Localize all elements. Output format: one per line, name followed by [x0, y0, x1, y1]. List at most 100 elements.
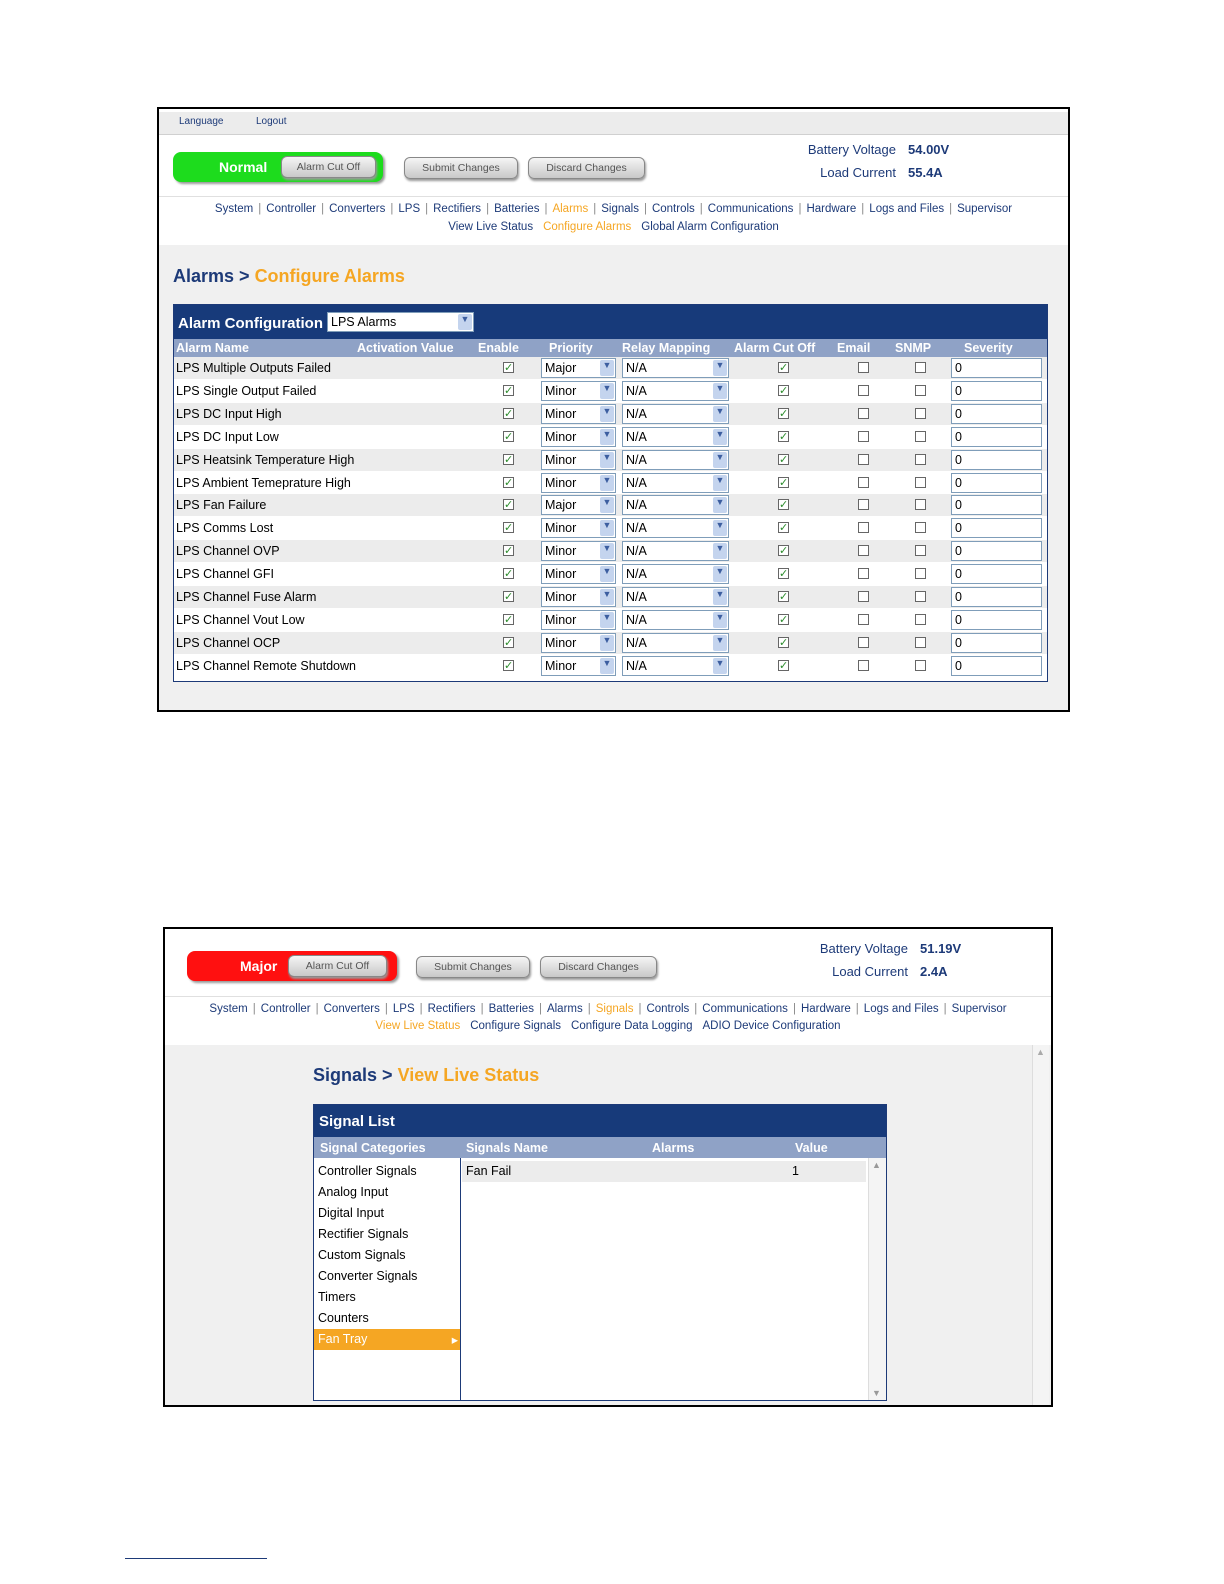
relay-mapping-select[interactable]: N/A ▼ [622, 655, 729, 676]
alarm-cut-off-checkbox[interactable]: ✓ [778, 476, 789, 488]
alarm-cut-off-checkbox[interactable]: ✓ [778, 613, 789, 625]
severity-input[interactable]: 0 [951, 449, 1042, 470]
snmp-checkbox[interactable] [915, 453, 926, 465]
enable-checkbox[interactable]: ✓ [503, 591, 514, 603]
nav-logs-and-files[interactable]: Logs and Files [864, 1003, 939, 1015]
snmp-checkbox[interactable] [915, 384, 926, 396]
severity-input[interactable]: 0 [951, 403, 1042, 424]
severity-input[interactable]: 0 [951, 518, 1042, 539]
alarm-cut-off-checkbox[interactable]: ✓ [778, 591, 789, 603]
relay-mapping-select[interactable]: N/A ▼ [622, 449, 729, 470]
email-checkbox[interactable] [858, 384, 869, 396]
enable-checkbox[interactable]: ✓ [503, 407, 514, 419]
nav-communications[interactable]: Communications [708, 203, 794, 215]
subnav-global-alarm-configuration[interactable]: Global Alarm Configuration [641, 221, 778, 233]
alarm-cut-off-button[interactable]: Alarm Cut Off [281, 156, 376, 178]
priority-select[interactable]: Minor ▼ [541, 449, 616, 470]
enable-checkbox[interactable]: ✓ [503, 568, 514, 580]
alarm-cut-off-checkbox[interactable]: ✓ [778, 362, 789, 374]
alarm-cut-off-checkbox[interactable]: ✓ [778, 407, 789, 419]
snmp-checkbox[interactable] [915, 613, 926, 625]
snmp-checkbox[interactable] [915, 362, 926, 373]
priority-select[interactable]: Minor ▼ [541, 609, 616, 630]
relay-mapping-select[interactable]: N/A ▼ [622, 518, 729, 539]
relay-mapping-select[interactable]: N/A ▼ [622, 564, 729, 585]
nav-hardware[interactable]: Hardware [806, 203, 856, 215]
nav-rectifiers[interactable]: Rectifiers [428, 1003, 476, 1015]
email-checkbox[interactable] [858, 407, 869, 419]
priority-select[interactable]: Minor ▼ [541, 655, 616, 676]
nav-system[interactable]: System [215, 203, 253, 215]
category-item[interactable]: Digital Input [314, 1203, 460, 1224]
enable-checkbox[interactable]: ✓ [503, 384, 514, 396]
snmp-checkbox[interactable] [915, 476, 926, 488]
enable-checkbox[interactable]: ✓ [503, 476, 514, 488]
category-item[interactable]: Analog Input [314, 1182, 460, 1203]
priority-select[interactable]: Minor ▼ [541, 632, 616, 653]
alarm-cut-off-checkbox[interactable]: ✓ [778, 659, 789, 671]
severity-input[interactable]: 0 [951, 587, 1042, 607]
nav-batteries[interactable]: Batteries [494, 203, 539, 215]
subnav-adio-device-configuration[interactable]: ADIO Device Configuration [703, 1020, 841, 1032]
enable-checkbox[interactable]: ✓ [503, 545, 514, 557]
snmp-checkbox[interactable] [915, 545, 926, 557]
subnav-view-live-status[interactable]: View Live Status [448, 221, 533, 233]
priority-select[interactable]: Minor ▼ [541, 403, 616, 424]
discard-changes-button[interactable]: Discard Changes [528, 157, 645, 179]
severity-input[interactable]: 0 [951, 632, 1042, 653]
nav-supervisor[interactable]: Supervisor [952, 1003, 1007, 1015]
snmp-checkbox[interactable] [915, 591, 926, 602]
priority-select[interactable]: Minor ▼ [541, 587, 616, 607]
discard-changes-button[interactable]: Discard Changes [540, 956, 657, 978]
nav-controls[interactable]: Controls [646, 1003, 689, 1015]
email-checkbox[interactable] [858, 613, 869, 625]
relay-mapping-select[interactable]: N/A ▼ [622, 380, 729, 401]
relay-mapping-select[interactable]: N/A ▼ [622, 426, 729, 447]
subnav-configure-alarms[interactable]: Configure Alarms [543, 221, 631, 233]
priority-select[interactable]: Minor ▼ [541, 541, 616, 562]
nav-controller[interactable]: Controller [261, 1003, 311, 1015]
email-checkbox[interactable] [858, 522, 869, 534]
scroll-down-icon[interactable]: ▼ [872, 1388, 881, 1398]
snmp-checkbox[interactable] [915, 659, 926, 671]
priority-select[interactable]: Minor ▼ [541, 564, 616, 585]
enable-checkbox[interactable]: ✓ [503, 453, 514, 465]
nav-rectifiers[interactable]: Rectifiers [433, 203, 481, 215]
enable-checkbox[interactable]: ✓ [503, 499, 514, 511]
enable-checkbox[interactable]: ✓ [503, 522, 514, 534]
relay-mapping-select[interactable]: N/A ▼ [622, 587, 729, 607]
severity-input[interactable]: 0 [951, 541, 1042, 562]
severity-input[interactable]: 0 [951, 472, 1042, 493]
email-checkbox[interactable] [858, 499, 869, 511]
snmp-checkbox[interactable] [915, 636, 926, 648]
category-item[interactable]: Custom Signals [314, 1245, 460, 1266]
nav-controller[interactable]: Controller [266, 203, 316, 215]
category-item[interactable]: Converter Signals [314, 1266, 460, 1287]
snmp-checkbox[interactable] [915, 522, 926, 534]
nav-hardware[interactable]: Hardware [801, 1003, 851, 1015]
scroll-up-icon[interactable]: ▲ [1036, 1047, 1045, 1057]
alarm-cut-off-checkbox[interactable]: ✓ [778, 545, 789, 557]
email-checkbox[interactable] [858, 659, 869, 671]
email-checkbox[interactable] [858, 591, 869, 602]
nav-signals[interactable]: Signals [596, 1003, 634, 1015]
logout-link[interactable]: Logout [256, 116, 287, 127]
nav-converters[interactable]: Converters [329, 203, 385, 215]
relay-mapping-select[interactable]: N/A ▼ [622, 472, 729, 493]
email-checkbox[interactable] [858, 545, 869, 557]
email-checkbox[interactable] [858, 430, 869, 442]
subnav-configure-data-logging[interactable]: Configure Data Logging [571, 1020, 692, 1032]
severity-input[interactable]: 0 [951, 495, 1042, 516]
enable-checkbox[interactable]: ✓ [503, 636, 514, 648]
snmp-checkbox[interactable] [915, 499, 926, 511]
priority-select[interactable]: Major ▼ [541, 358, 616, 378]
alarm-cut-off-checkbox[interactable]: ✓ [778, 568, 789, 580]
severity-input[interactable]: 0 [951, 609, 1042, 630]
scroll-up-icon[interactable]: ▲ [872, 1160, 881, 1170]
severity-input[interactable]: 0 [951, 655, 1042, 676]
language-link[interactable]: Language [179, 116, 224, 127]
severity-input[interactable]: 0 [951, 380, 1042, 401]
alarm-cut-off-checkbox[interactable]: ✓ [778, 430, 789, 442]
alarm-cut-off-checkbox[interactable]: ✓ [778, 384, 789, 396]
category-item[interactable]: Fan Tray ▸ [314, 1329, 460, 1350]
